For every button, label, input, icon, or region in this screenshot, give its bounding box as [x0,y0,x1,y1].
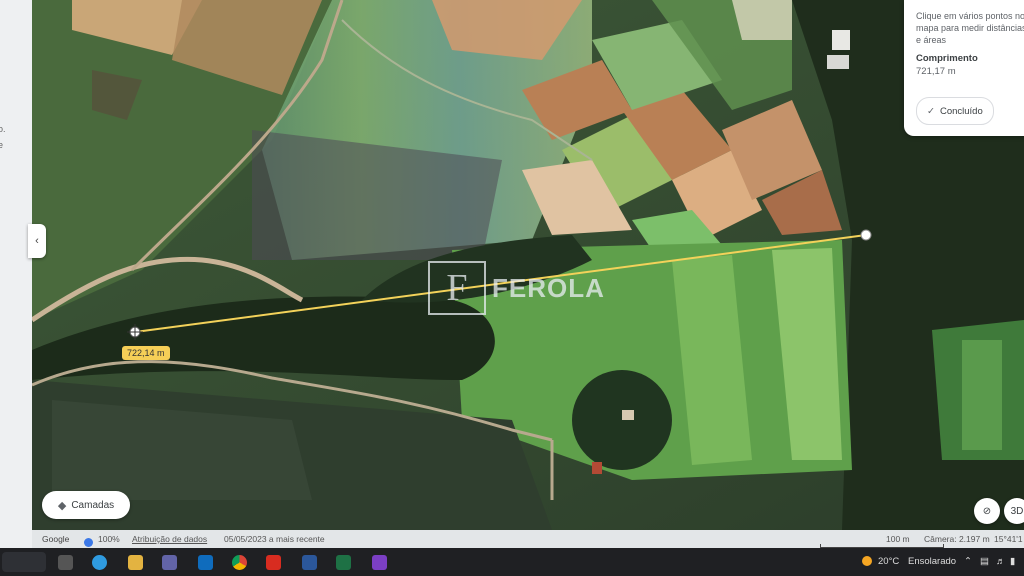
left-text-fragment: o. [0,124,6,134]
left-panel-edge: o. e [0,0,32,548]
view-3d-button[interactable]: 3D [1004,498,1024,524]
file-explorer-icon[interactable] [128,555,143,570]
outlook-icon[interactable] [198,555,213,570]
temperature: 20°C [878,556,900,567]
check-icon: ✓ [927,105,935,117]
data-attribution-link[interactable]: Atribuição de dados [132,534,207,544]
excel-icon[interactable] [336,555,351,570]
chevron-left-icon: ‹ [35,235,39,247]
network-icon[interactable]: ▤ [980,556,989,567]
google-brand: Google [42,534,70,544]
teams-alt-icon[interactable] [372,555,387,570]
watermark-text: FEROLA [492,272,605,303]
acrobat-icon[interactable] [266,555,281,570]
ferola-watermark: F FEROLA [428,261,605,315]
chrome-icon[interactable] [232,555,247,570]
watermark-logo: F [428,261,486,315]
zoom-level: 100% [98,534,120,544]
weather-icon [862,556,872,569]
left-text-fragment: e [0,140,4,150]
coordinates: 15°41'1 [994,534,1023,544]
word-icon[interactable] [302,555,317,570]
measure-hint: Clique em vários pontos no mapa para med… [916,11,1024,45]
measure-value: 721,17 m [916,66,956,77]
measure-panel: Clique em vários pontos no mapa para med… [904,0,1024,136]
collapse-panel-button[interactable]: ‹ [28,224,46,258]
map-footer: Google 100% Atribuição de dados 05/05/20… [32,530,1024,548]
scale-label: 100 m [886,534,910,544]
tilt-button[interactable]: ⊘ [974,498,1000,524]
edge-icon[interactable] [92,555,107,570]
measure-title: Comprimento [916,53,978,64]
layers-button-label: Camadas [71,499,115,511]
taskbar-search[interactable] [2,552,46,572]
measure-end-point[interactable] [860,229,872,241]
task-view-icon[interactable] [58,555,73,570]
taskbar: 20°C Ensolarado ⌃ ▤ ♬ ▮ [0,548,1024,576]
battery-icon[interactable]: ▮ [1010,556,1015,567]
teams-icon[interactable] [162,555,177,570]
distance-label: 722,14 m [122,346,170,360]
layers-icon: ◆ [57,499,67,512]
done-button[interactable]: ✓ Concluído [916,97,994,125]
tray-chevron-icon[interactable]: ⌃ [964,556,972,567]
volume-icon[interactable]: ♬ [996,556,1006,567]
imagery-date: 05/05/2023 a mais recente [224,534,325,544]
view-3d-label: 3D [1010,505,1024,517]
layers-button[interactable]: ◆ Camadas [42,491,130,519]
weather-text: Ensolarado [908,556,957,567]
camera-altitude: Câmera: 2.197 m [924,534,990,544]
done-button-label: Concluído [939,105,983,117]
tilt-icon: ⊘ [982,505,992,517]
